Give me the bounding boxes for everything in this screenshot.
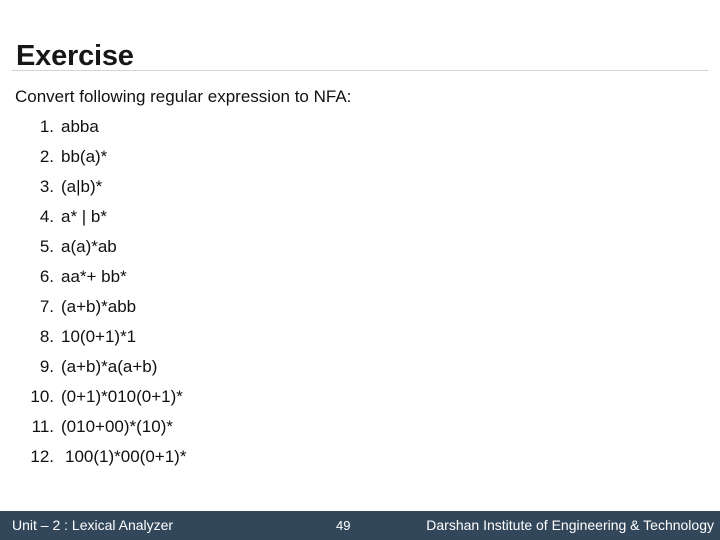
list-item-number: 4.: [39, 207, 54, 226]
list-item-number: 3.: [39, 177, 54, 196]
list-item: 6. aa*+ bb*: [15, 262, 705, 292]
list-item: 10. (0+1)*010(0+1)*: [15, 382, 705, 412]
slide-canvas: Exercise Convert following regular expre…: [0, 0, 720, 540]
list-item-number: 8.: [39, 327, 54, 346]
title-divider: [12, 70, 708, 71]
list-item-expression: a(a)*ab: [61, 237, 117, 256]
list-item-expression: aa*+ bb*: [61, 267, 127, 286]
list-item-number: 1.: [39, 117, 54, 136]
list-item: 5. a(a)*ab: [15, 232, 705, 262]
regex-exercise-list: 1. abba 2. bb(a)* 3. (a|b)* 4. a* | b* 5…: [15, 112, 705, 472]
list-item: 12. 100(1)*00(0+1)*: [15, 442, 705, 472]
list-item-expression: (a|b)*: [61, 177, 103, 196]
list-item-expression: (010+00)*(10)*: [61, 417, 173, 436]
list-item-number: 11.: [31, 417, 54, 436]
slide-footer: Unit – 2 : Lexical Analyzer 49 Darshan I…: [0, 511, 720, 540]
list-item-number: 6.: [39, 267, 54, 286]
list-item: 3. (a|b)*: [15, 172, 705, 202]
list-item-expression: bb(a)*: [61, 147, 108, 166]
list-item-number: 9.: [39, 357, 54, 376]
list-item: 11. (010+00)*(10)*: [15, 412, 705, 442]
list-item: 9. (a+b)*a(a+b): [15, 352, 705, 382]
list-item-expression: 10(0+1)*1: [61, 327, 137, 346]
list-item-number: 2.: [39, 147, 54, 166]
list-item-expression: (a+b)*abb: [61, 297, 137, 316]
list-item-expression: 100(1)*00(0+1)*: [65, 447, 187, 466]
list-item-number: 7.: [39, 297, 54, 316]
footer-institute-label: Darshan Institute of Engineering & Techn…: [426, 517, 714, 533]
list-item: 2. bb(a)*: [15, 142, 705, 172]
list-item-expression: a* | b*: [61, 207, 108, 226]
list-item: 7. (a+b)*abb: [15, 292, 705, 322]
instruction-text: Convert following regular expression to …: [15, 87, 352, 106]
footer-unit-label: Unit – 2 : Lexical Analyzer: [12, 517, 174, 533]
list-item: 1. abba: [15, 112, 705, 142]
list-item-number: 10.: [30, 387, 54, 406]
list-item: 8. 10(0+1)*1: [15, 322, 705, 352]
list-item-expression: (0+1)*010(0+1)*: [61, 387, 183, 406]
list-item-number: 5.: [39, 237, 54, 256]
list-item: 4. a* | b*: [15, 202, 705, 232]
list-item-number: 12.: [30, 447, 54, 466]
footer-page-number: 49: [336, 518, 351, 533]
list-item-expression: (a+b)*a(a+b): [61, 357, 158, 376]
slide-body: Convert following regular expression to …: [15, 82, 705, 472]
list-item-expression: abba: [61, 117, 99, 136]
